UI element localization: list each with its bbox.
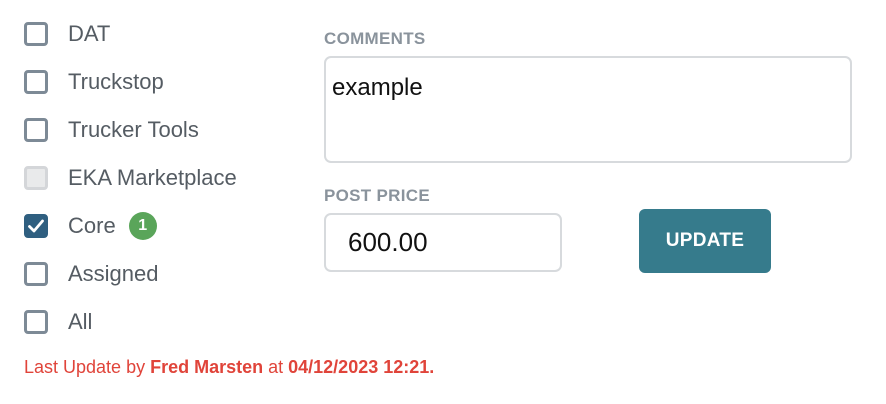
comments-label: COMMENTS <box>324 29 426 48</box>
assigned-checkbox[interactable] <box>24 262 48 286</box>
truckstop-checkbox[interactable] <box>24 70 48 94</box>
board-option-label: Core <box>68 213 116 238</box>
board-option-eka-marketplace: EKA Marketplace <box>24 162 237 194</box>
eka-marketplace-checkbox <box>24 166 48 190</box>
board-option-label: DAT <box>68 21 111 46</box>
comments-input[interactable]: example <box>324 56 852 163</box>
board-option-truckstop[interactable]: Truckstop <box>24 66 164 98</box>
board-option-all[interactable]: All <box>24 306 92 338</box>
board-option-label: All <box>68 309 93 334</box>
checkmark-icon <box>28 219 44 233</box>
update-button[interactable]: UPDATE <box>639 209 771 273</box>
last-update-user: Fred Marsten <box>150 357 264 377</box>
last-update-status: Last Update by Fred Marsten at 04/12/202… <box>24 357 434 378</box>
trucker-tools-checkbox[interactable] <box>24 118 48 142</box>
board-option-core[interactable]: Core 1 <box>24 210 157 242</box>
board-option-label: EKA Marketplace <box>68 165 237 190</box>
board-option-dat[interactable]: DAT <box>24 18 110 50</box>
board-option-label: Truckstop <box>68 69 164 94</box>
board-option-label: Trucker Tools <box>68 117 199 142</box>
dat-checkbox[interactable] <box>24 22 48 46</box>
post-price-input[interactable] <box>324 213 562 272</box>
core-checkbox[interactable] <box>24 214 48 238</box>
last-update-middle: at <box>263 357 289 377</box>
board-option-label: Assigned <box>68 261 159 286</box>
board-option-assigned[interactable]: Assigned <box>24 258 159 290</box>
count-badge: 1 <box>128 212 157 240</box>
board-option-trucker-tools[interactable]: Trucker Tools <box>24 114 199 146</box>
last-update-suffix: . <box>429 357 435 377</box>
last-update-datetime: 04/12/2023 12:21 <box>288 357 430 377</box>
post-price-label: POST PRICE <box>324 186 430 205</box>
all-checkbox[interactable] <box>24 310 48 334</box>
last-update-prefix: Last Update by <box>24 357 151 377</box>
